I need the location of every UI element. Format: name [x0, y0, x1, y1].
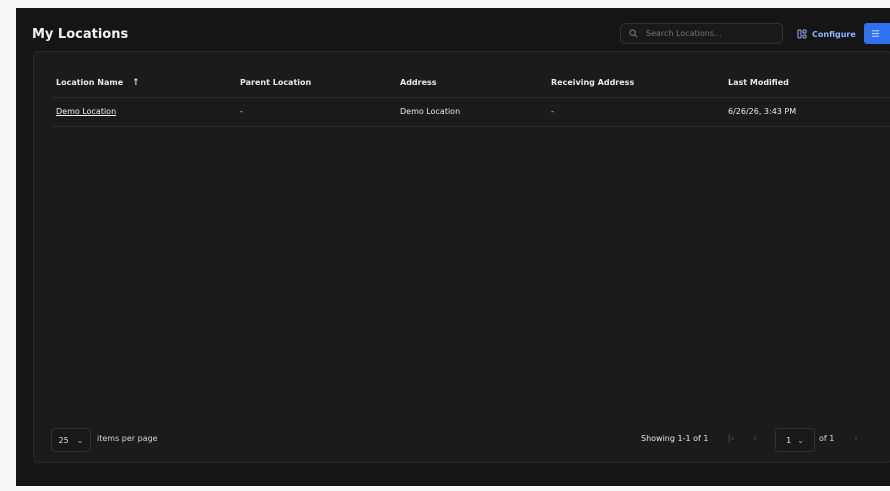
next-page-button[interactable]: ›: [849, 432, 863, 446]
receiving-address-cell: -: [551, 107, 554, 116]
page-size-value: 25: [58, 435, 69, 445]
view-menu-button[interactable]: [864, 23, 890, 44]
next-page-icon: ›: [854, 434, 858, 444]
page-title: My Locations: [32, 27, 129, 42]
previous-page-button[interactable]: ‹: [748, 432, 762, 446]
items-per-page-label: items per page: [97, 434, 158, 443]
configure-label: Configure: [812, 29, 856, 39]
pagination-footer: 25 ⌄ items per page Showing 1-1 of 1 |‹ …: [51, 428, 890, 454]
table-header-row: Location Name ↑ Parent Location Address …: [51, 69, 890, 98]
previous-page-icon: ‹: [753, 434, 757, 444]
list-icon: [871, 30, 880, 37]
sort-ascending-icon: ↑: [131, 78, 140, 88]
app-frame: My Locations Configure Location Name ↑: [16, 8, 890, 486]
table-row: Demo Location - Demo Location - 6/26/26,…: [51, 98, 890, 127]
location-name-link[interactable]: Demo Location: [56, 107, 116, 116]
column-header-last-modified[interactable]: Last Modified: [728, 78, 789, 87]
page-total-label: of 1: [819, 434, 835, 443]
first-page-icon: |‹: [727, 434, 735, 444]
column-header-parent-location[interactable]: Parent Location: [240, 78, 311, 87]
page-size-select[interactable]: 25 ⌄: [51, 428, 91, 452]
current-page-value: 1: [786, 435, 792, 445]
address-cell: Demo Location: [400, 107, 461, 116]
locations-table: Location Name ↑ Parent Location Address …: [51, 69, 890, 127]
showing-count: Showing 1-1 of 1: [641, 434, 709, 443]
column-header-receiving-address[interactable]: Receiving Address: [551, 78, 634, 87]
column-header-location-name[interactable]: Location Name ↑: [56, 78, 139, 88]
parent-location-cell: -: [240, 107, 243, 116]
first-page-button[interactable]: |‹: [724, 432, 738, 446]
search-box[interactable]: [620, 23, 783, 44]
search-input[interactable]: [644, 28, 778, 39]
column-header-label: Location Name: [56, 78, 124, 87]
configure-icon: [797, 29, 807, 39]
locations-card: Location Name ↑ Parent Location Address …: [33, 51, 890, 463]
column-header-address[interactable]: Address: [400, 78, 437, 87]
configure-button[interactable]: Configure: [797, 25, 856, 43]
chevron-down-icon: ⌄: [797, 435, 804, 445]
page-number-select[interactable]: 1 ⌄: [775, 428, 815, 452]
search-icon: [629, 29, 638, 38]
chevron-down-icon: ⌄: [76, 435, 84, 445]
last-modified-cell: 6/26/26, 3:43 PM: [728, 107, 797, 116]
